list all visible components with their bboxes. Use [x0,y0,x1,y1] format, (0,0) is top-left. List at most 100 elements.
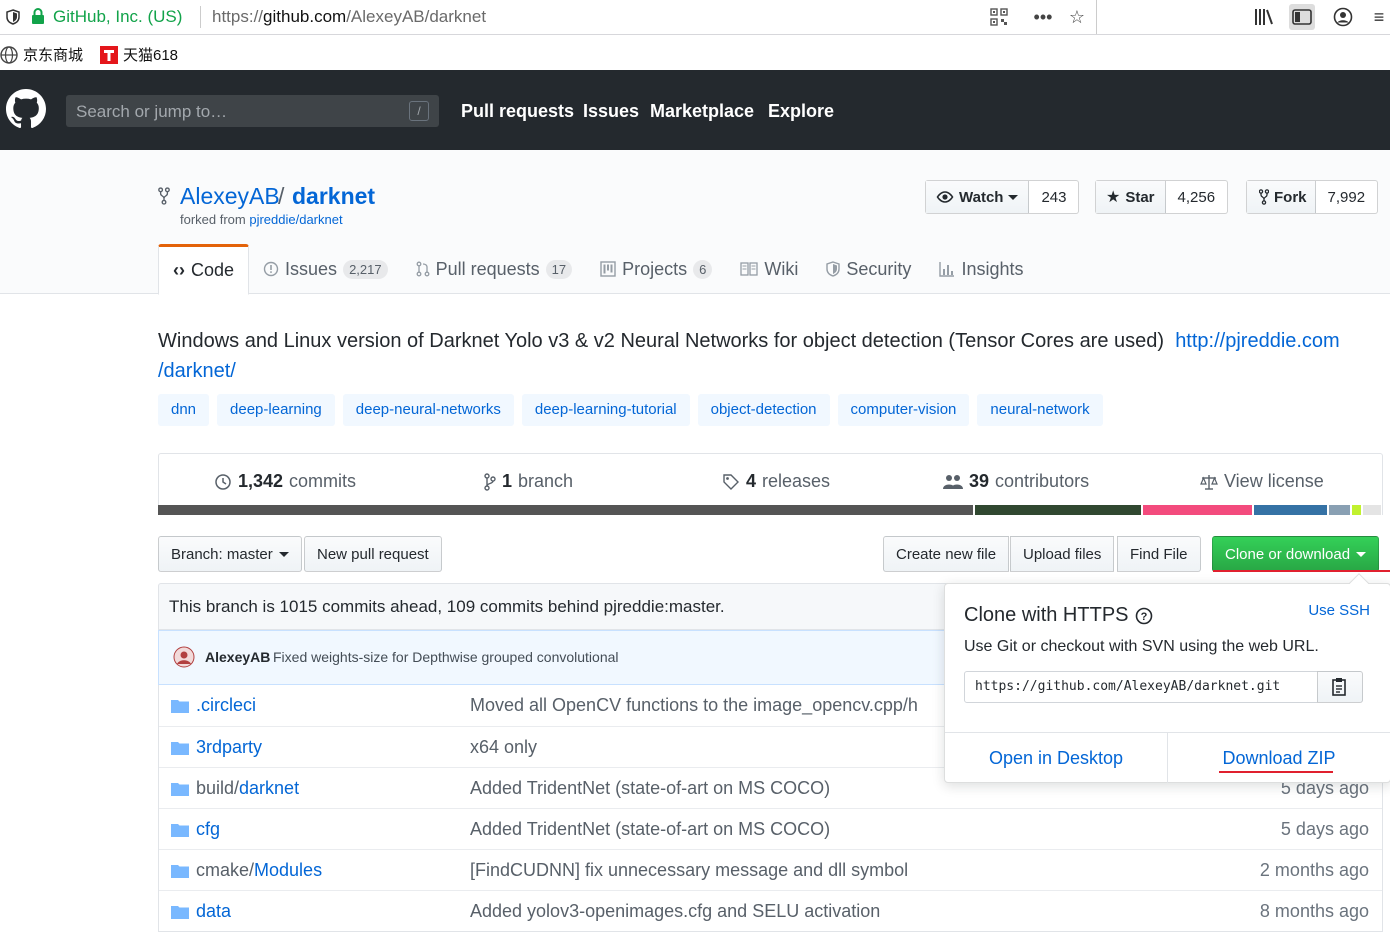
nav-pull-requests[interactable]: Pull requests [461,101,574,122]
url-path: /AlexeyAB/darknet [346,7,487,26]
page-actions-icon[interactable]: ••• [1032,6,1054,28]
url-text[interactable]: https://github.com/AlexeyAB/darknet [212,7,486,27]
file-name-link[interactable]: cfg [196,819,220,840]
repo-header: AlexeyAB / darknet forked from pjreddie/… [0,150,1390,295]
nav-explore[interactable]: Explore [768,101,834,122]
repo-name-link[interactable]: darknet [292,183,375,210]
bookmark-tmall[interactable]: 天猫618 [100,44,178,65]
shield-icon [826,261,841,277]
bookmarks-bar: 京东商城 天猫618 [0,35,1390,70]
tab-insights[interactable]: Insights [925,244,1037,294]
topic-tag[interactable]: neural-network [977,394,1103,426]
clone-dropdown: Clone with HTTPS ? Use SSH Use Git or ch… [944,573,1390,783]
file-commit-message[interactable]: x64 only [470,737,537,758]
open-in-desktop-button[interactable]: Open in Desktop [945,733,1168,783]
tab-security[interactable]: Security [812,244,925,294]
clone-title-text: Clone with HTTPS [964,604,1129,626]
site-identity[interactable]: GitHub, Inc. (US) [53,7,182,27]
commits-link[interactable]: 1,342 commits [214,471,356,492]
file-commit-message[interactable]: Added TridentNet (state-of-art on MS COC… [470,819,830,840]
tracking-shield-icon[interactable] [6,9,20,25]
language-segment[interactable] [158,505,973,515]
language-segment[interactable] [1142,505,1252,515]
tab-label: Wiki [764,258,799,279]
fork-button[interactable]: Fork [1247,181,1316,213]
file-commit-message[interactable]: Added TridentNet (state-of-art on MS COC… [470,778,830,799]
topic-tag[interactable]: deep-neural-networks [342,394,514,426]
topic-tag[interactable]: dnn [158,394,210,426]
tab-wiki[interactable]: Wiki [726,244,812,294]
commit-author[interactable]: AlexeyAB [205,649,270,665]
commits-count: 1,342 [238,471,284,491]
github-header: Search or jump to… / Pull requests Issue… [0,70,1390,150]
bookmark-jd[interactable]: 京东商城 [0,44,83,65]
clone-or-download-button[interactable]: Clone or download [1212,536,1380,572]
file-commit-message[interactable]: [FindCUDNN] fix unnecessary message and … [470,860,908,881]
clone-url-input[interactable]: https://github.com/AlexeyAB/darknet.git [964,671,1318,703]
forked-from-link[interactable]: pjreddie/darknet [249,212,342,227]
star-button[interactable]: ★ Star [1096,181,1166,213]
use-ssh-link[interactable]: Use SSH [1308,602,1370,619]
copy-button[interactable] [1317,671,1363,703]
clipboard-icon [1332,678,1346,696]
language-segment[interactable] [1352,505,1361,515]
tab-pull-requests[interactable]: Pull requests 17 [402,244,587,294]
commit-message[interactable]: Fixed weights-size for Depthwise grouped… [273,649,619,665]
qr-code-icon[interactable] [988,6,1010,28]
find-file-button[interactable]: Find File [1117,536,1201,572]
upload-files-button[interactable]: Upload files [1010,536,1115,572]
contributors-link[interactable]: 39 contributors [943,471,1089,492]
language-segment[interactable] [1253,505,1327,515]
fork-count[interactable]: 7,992 [1316,181,1378,213]
tab-projects[interactable]: Projects 6 [586,244,726,294]
tab-code[interactable]: ‹› Code [158,244,250,295]
topic-tag[interactable]: computer-vision [837,394,970,426]
file-name-link[interactable]: .circleci [196,695,256,716]
star-label: Star [1125,188,1155,206]
star-count[interactable]: 4,256 [1166,181,1228,213]
releases-count: 4 [746,471,757,491]
language-bar[interactable] [158,505,1383,515]
language-segment[interactable] [975,505,1141,515]
nav-marketplace[interactable]: Marketplace [650,101,754,122]
file-name-link[interactable]: build/darknet [196,778,299,799]
nav-issues[interactable]: Issues [583,101,639,122]
search-input[interactable]: Search or jump to… / [66,95,439,127]
avatar[interactable] [173,646,195,668]
file-name-link[interactable]: 3rdparty [196,737,262,758]
branch-count: 1 [502,471,513,491]
file-commit-message[interactable]: Moved all OpenCV functions to the image_… [470,695,918,716]
watch-button[interactable]: Watch [926,181,1030,213]
account-icon[interactable] [1330,4,1356,30]
path-name: Modules [254,860,323,880]
releases-link[interactable]: 4 releases [722,471,830,492]
question-icon[interactable]: ? [1135,607,1153,625]
license-link[interactable]: View license [1200,471,1324,492]
menu-icon[interactable]: ≡ [1370,4,1388,30]
new-pull-request-button[interactable]: New pull request [304,536,442,572]
bookmark-star-icon[interactable]: ☆ [1066,6,1088,28]
forked-from: forked from pjreddie/darknet [180,212,343,227]
library-icon[interactable] [1251,4,1277,30]
file-name-link[interactable]: cmake/Modules [196,860,322,881]
law-icon [1200,474,1218,490]
github-logo-icon[interactable] [6,89,46,129]
language-segment[interactable] [1362,505,1381,515]
file-name-link[interactable]: data [196,901,231,922]
repo-owner-link[interactable]: AlexeyAB [180,183,280,210]
branches-link[interactable]: 1 branch [484,471,573,492]
lock-icon[interactable] [31,8,45,24]
topic-tag[interactable]: deep-learning-tutorial [521,394,690,426]
topic-tag[interactable]: deep-learning [217,394,335,426]
topic-tag[interactable]: object-detection [697,394,830,426]
create-new-file-button[interactable]: Create new file [883,536,1010,572]
watch-count[interactable]: 243 [1029,181,1078,213]
tab-issues[interactable]: Issues 2,217 [249,244,402,294]
path-prefix: build/ [196,778,240,798]
file-commit-message[interactable]: Added yolov3-openimages.cfg and SELU act… [470,901,880,922]
language-segment[interactable] [1328,505,1351,515]
branch-select-button[interactable]: Branch: master [158,536,302,572]
download-zip-button[interactable]: Download ZIP [1168,733,1390,783]
address-bar[interactable]: GitHub, Inc. (US) https://github.com/Ale… [0,0,1097,34]
sidebar-icon[interactable] [1289,4,1315,30]
